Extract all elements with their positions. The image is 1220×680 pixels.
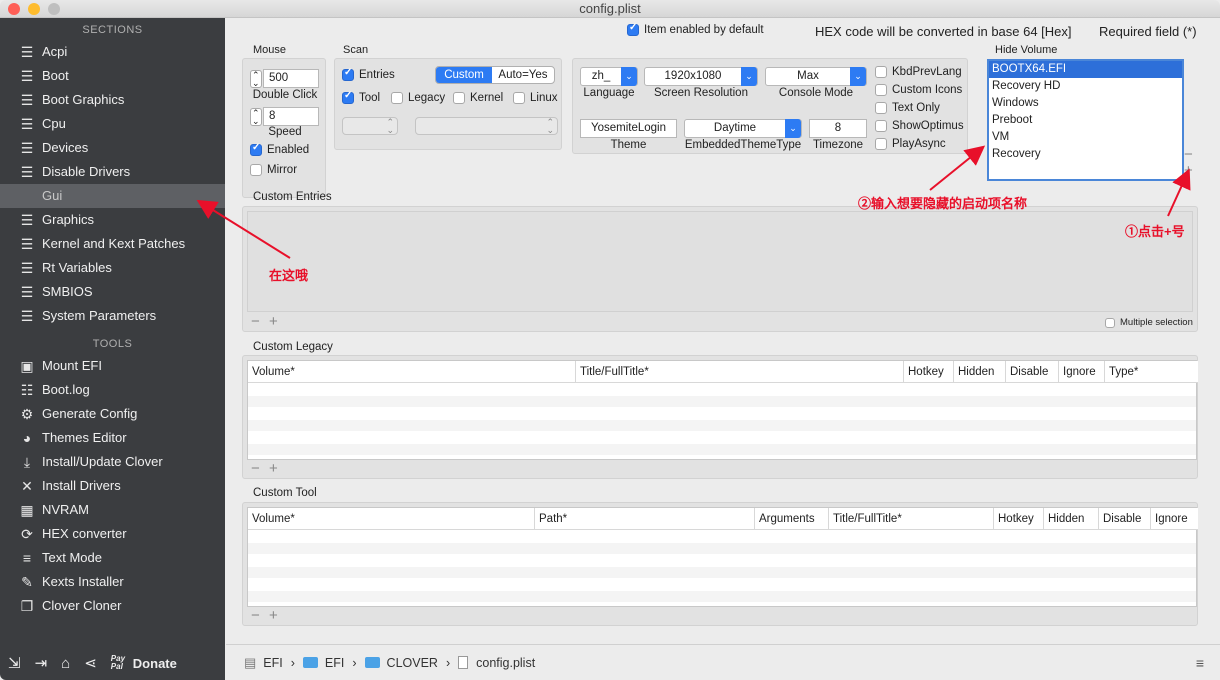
annotation-overlay [196,145,1191,259]
annotation-step2: ②输入想要隐藏的启动项名称 [858,196,1028,211]
annotation-step1: ①点击+号 [1125,224,1185,239]
app-window: config.plist SECTIONS ☰ Acpi ☰ Boot ☰ Boot … [0,0,1220,680]
annotation-arrow [1167,168,1191,217]
annotation-here: 在这哦 [269,268,309,283]
annotation-arrow [196,199,291,259]
annotation-arrow [929,145,986,191]
